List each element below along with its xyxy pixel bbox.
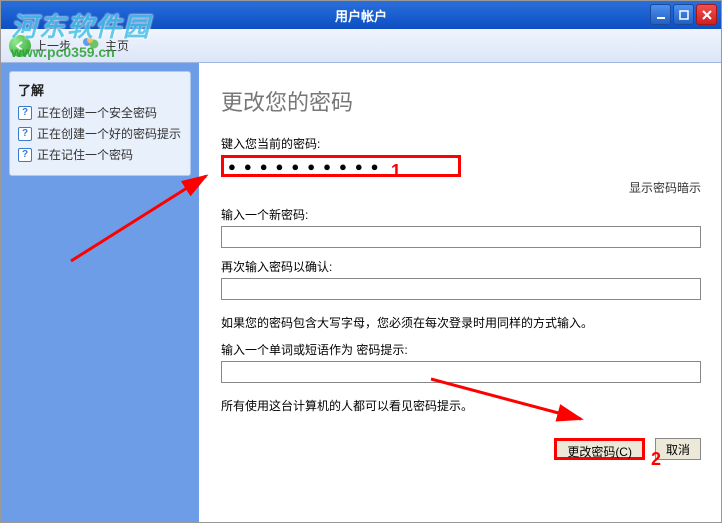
sidebar-link-label: 正在创建一个安全密码 — [37, 105, 157, 122]
help-icon: ? — [18, 106, 32, 120]
caption-visible: 所有使用这台计算机的人都可以看见密码提示。 — [221, 397, 701, 414]
minimize-button[interactable] — [650, 4, 671, 25]
help-icon: ? — [18, 148, 32, 162]
confirm-password-input[interactable] — [221, 278, 701, 300]
button-row: 更改密码(C) 取消 — [221, 438, 701, 460]
home-icon — [81, 34, 101, 57]
close-button[interactable] — [696, 4, 717, 25]
titlebar: 用户帐户 — [1, 1, 721, 29]
cancel-button[interactable]: 取消 — [655, 438, 701, 460]
show-hint-link[interactable]: 显示密码暗示 — [221, 179, 701, 196]
back-label: 上一步 — [35, 37, 71, 54]
password-hint-input[interactable] — [221, 361, 701, 383]
maximize-button[interactable] — [673, 4, 694, 25]
label-password-hint: 输入一个单词或短语作为 密码提示: — [221, 341, 701, 358]
label-new-password: 输入一个新密码: — [221, 206, 701, 223]
current-password-input[interactable] — [221, 155, 461, 177]
sidebar-link-remember-password[interactable]: ? 正在记住一个密码 — [18, 147, 182, 164]
content: 了解 ? 正在创建一个安全密码 ? 正在创建一个好的密码提示 ? 正在记住一个密… — [1, 63, 721, 522]
home-label: 主页 — [105, 37, 129, 54]
sidebar-box: 了解 ? 正在创建一个安全密码 ? 正在创建一个好的密码提示 ? 正在记住一个密… — [9, 71, 191, 176]
back-button[interactable]: 上一步 — [9, 35, 71, 57]
toolbar: 上一步 主页 — [1, 29, 721, 63]
caption-caps: 如果您的密码包含大写字母，您必须在每次登录时用同样的方式输入。 — [221, 314, 701, 331]
home-button[interactable]: 主页 — [81, 34, 129, 57]
sidebar-link-label: 正在创建一个好的密码提示 — [37, 126, 181, 143]
back-icon — [9, 35, 31, 57]
label-confirm-password: 再次输入密码以确认: — [221, 258, 701, 275]
help-icon: ? — [18, 127, 32, 141]
change-password-button[interactable]: 更改密码(C) — [554, 438, 645, 460]
page-title: 更改您的密码 — [221, 85, 701, 117]
new-password-input[interactable] — [221, 226, 701, 248]
sidebar-heading: 了解 — [18, 80, 182, 99]
main-panel: 更改您的密码 键入您当前的密码: 显示密码暗示 输入一个新密码: 再次输入密码以… — [199, 63, 721, 522]
sidebar-link-password-hint[interactable]: ? 正在创建一个好的密码提示 — [18, 126, 182, 143]
sidebar-link-label: 正在记住一个密码 — [37, 147, 133, 164]
window-title: 用户帐户 — [335, 6, 387, 25]
sidebar: 了解 ? 正在创建一个安全密码 ? 正在创建一个好的密码提示 ? 正在记住一个密… — [1, 63, 199, 522]
sidebar-link-secure-password[interactable]: ? 正在创建一个安全密码 — [18, 105, 182, 122]
label-current-password: 键入您当前的密码: — [221, 135, 701, 152]
window-buttons — [650, 4, 717, 25]
